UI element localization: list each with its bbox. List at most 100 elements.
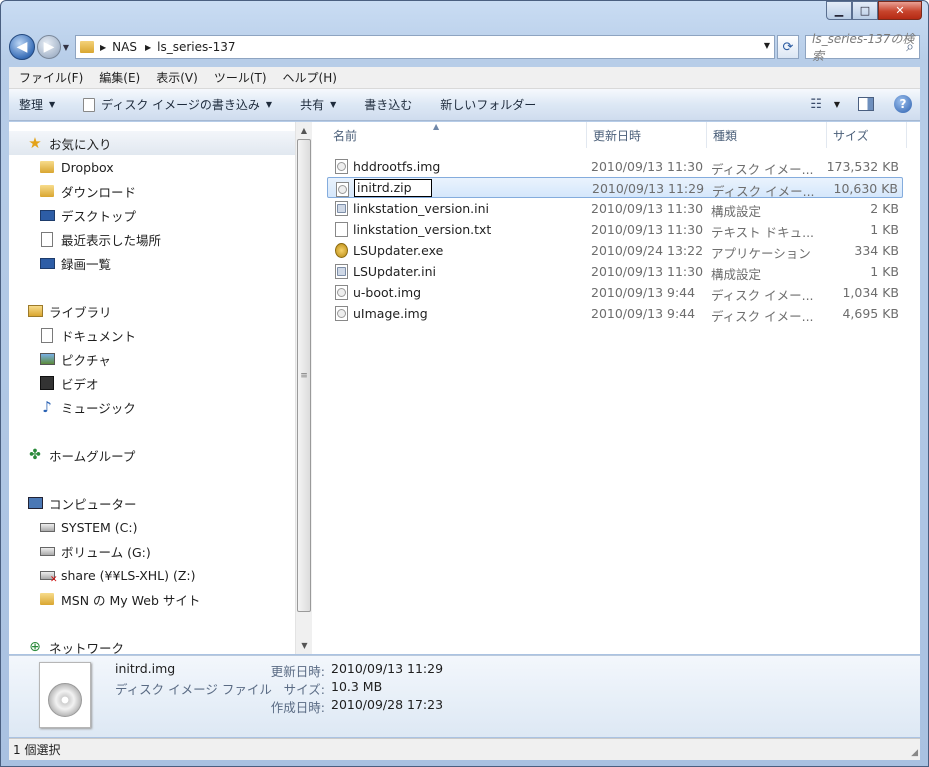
file-row[interactable]: LSUpdater.exe 2010/09/24 13:22 アプリケーション … [327, 240, 903, 261]
navigation-scrollbar[interactable]: ▲ ≡ ▼ [295, 122, 312, 654]
burn-button[interactable]: 書き込む [364, 96, 412, 113]
details-size-label: サイズ: [283, 682, 325, 697]
file-size: 1 KB [870, 264, 899, 279]
preview-pane-icon[interactable] [858, 97, 874, 111]
scroll-thumb[interactable]: ≡ [297, 139, 311, 612]
network-header[interactable]: ⊕ ネットワーク [9, 635, 295, 654]
nav-label: MSN の My Web サイト [61, 592, 201, 608]
nav-item-desktop[interactable]: デスクトップ [9, 203, 295, 227]
nav-item-drive-g[interactable]: ボリューム (G:) [9, 539, 295, 563]
file-row[interactable]: linkstation_version.ini 2010/09/13 11:30… [327, 198, 903, 219]
forward-button[interactable]: ▶ [37, 35, 61, 59]
libraries-header[interactable]: ライブラリ [9, 299, 295, 323]
nav-item-recordings[interactable]: 録画一覧 [9, 251, 295, 275]
nav-item-drive-c[interactable]: SYSTEM (C:) [9, 515, 295, 539]
status-bar: 1 個選択 ◢ [9, 738, 920, 760]
file-size: 1 KB [870, 222, 899, 237]
file-type: 構成設定 [711, 267, 762, 282]
nav-label: ミュージック [61, 400, 136, 416]
file-size: 2 KB [870, 201, 899, 216]
menu-tools[interactable]: ツール(T) [214, 69, 267, 86]
maximize-button[interactable]: □ [852, 1, 878, 20]
column-header-date[interactable]: 更新日時 [587, 122, 707, 148]
search-placeholder: ls_series-137の検索 [812, 32, 915, 63]
folder-icon [39, 591, 55, 607]
disc-image-file-icon [335, 306, 348, 321]
column-header-name[interactable]: 名前 [327, 122, 587, 148]
nav-label: ボリューム (G:) [61, 544, 151, 560]
nav-item-videos[interactable]: ビデオ [9, 371, 295, 395]
file-type: ディスク イメー... [711, 309, 814, 324]
menu-edit[interactable]: 編集(E) [99, 69, 140, 86]
minimize-button[interactable]: ▁ [826, 1, 852, 20]
nav-item-music[interactable]: ♪ ミュージック [9, 395, 295, 419]
column-header-type[interactable]: 種類 [707, 122, 827, 148]
caption-buttons: ▁ □ ✕ [826, 1, 922, 20]
details-modified-value: 2010/09/13 11:29 [331, 661, 444, 676]
new-folder-button[interactable]: 新しいフォルダー [440, 96, 536, 113]
view-dropdown-icon[interactable]: ▼ [834, 100, 840, 109]
file-date: 2010/09/13 11:30 [591, 264, 704, 279]
text-file-icon [335, 222, 348, 237]
nav-item-documents[interactable]: ドキュメント [9, 323, 295, 347]
column-header-size[interactable]: サイズ [827, 122, 907, 148]
nav-item-dropbox[interactable]: Dropbox [9, 155, 295, 179]
favorites-header[interactable]: ★ お気に入り [9, 131, 295, 155]
rename-input[interactable]: initrd.zip [354, 179, 432, 197]
help-icon[interactable]: ? [894, 95, 912, 113]
scroll-down-icon[interactable]: ▼ [296, 637, 313, 654]
menu-file[interactable]: ファイル(F) [19, 69, 83, 86]
nav-item-msn-web[interactable]: MSN の My Web サイト [9, 587, 295, 611]
computer-header[interactable]: コンピューター [9, 491, 295, 515]
picture-icon [39, 351, 55, 367]
file-row-selected[interactable]: initrd.zip 2010/09/13 11:29 ディスク イメー... … [327, 177, 903, 199]
disc-image-large-icon [39, 662, 91, 728]
search-icon[interactable]: ⌕ [906, 39, 914, 55]
menu-help[interactable]: ヘルプ(H) [283, 69, 337, 86]
homegroup-header[interactable]: ✤ ホームグループ [9, 443, 295, 467]
nav-label: ビデオ [61, 376, 99, 392]
view-options-icon[interactable]: ☷ [810, 97, 822, 112]
breadcrumb-nas[interactable]: NAS [112, 40, 137, 54]
monitor-icon [39, 255, 55, 271]
toolbar-right: ☷ ▼ ? [810, 95, 912, 113]
close-button[interactable]: ✕ [878, 1, 922, 20]
address-dropdown-icon[interactable]: ▼ [764, 41, 770, 50]
breadcrumb-separator-icon[interactable]: ▶ [145, 43, 151, 52]
share-button[interactable]: 共有 ▼ [300, 96, 336, 113]
file-size: 1,034 KB [842, 285, 899, 300]
details-size-value: 10.3 MB [331, 679, 383, 694]
search-input[interactable]: ls_series-137の検索 ⌕ [805, 32, 920, 63]
menu-view[interactable]: 表示(V) [156, 69, 198, 86]
nav-item-pictures[interactable]: ピクチャ [9, 347, 295, 371]
breadcrumb-separator-icon[interactable]: ▶ [100, 43, 106, 52]
dropdown-arrow-icon: ▼ [49, 100, 56, 109]
back-button[interactable]: ◀ [9, 34, 35, 60]
organize-button[interactable]: 整理 ▼ [19, 96, 55, 113]
file-size: 4,695 KB [842, 306, 899, 321]
recent-pages-dropdown[interactable]: ▼ [61, 43, 71, 52]
file-row[interactable]: u-boot.img 2010/09/13 9:44 ディスク イメー... 1… [327, 282, 903, 303]
file-row[interactable]: LSUpdater.ini 2010/09/13 11:30 構成設定 1 KB [327, 261, 903, 282]
config-file-icon [335, 201, 348, 216]
file-row[interactable]: uImage.img 2010/09/13 9:44 ディスク イメー... 4… [327, 303, 903, 324]
computer-icon [27, 495, 43, 511]
resize-grip-icon[interactable]: ◢ [911, 748, 918, 758]
disc-image-icon [83, 97, 96, 112]
network-label: ネットワーク [49, 640, 125, 655]
file-row[interactable]: hddrootfs.img 2010/09/13 11:30 ディスク イメー.… [327, 156, 903, 177]
address-bar[interactable]: ▶ NAS ▶ ls_series-137 ▼ [75, 35, 775, 59]
scroll-up-icon[interactable]: ▲ [296, 122, 312, 139]
breadcrumb-current[interactable]: ls_series-137 [157, 40, 235, 54]
file-date: 2010/09/13 11:29 [592, 181, 705, 196]
nav-label: SYSTEM (C:) [61, 519, 138, 535]
nav-item-downloads[interactable]: ダウンロード [9, 179, 295, 203]
nav-label: ダウンロード [61, 184, 137, 200]
title-bar: ▁ □ ✕ [1, 1, 928, 27]
nav-item-drive-z[interactable]: share (¥¥LS-XHL) (Z:) [9, 563, 295, 587]
nav-item-recent-places[interactable]: 最近表示した場所 [9, 227, 295, 251]
content-area: ★ お気に入り Dropbox ダウンロード デスクトップ 最近表示した場所 録画… [9, 122, 920, 654]
burn-disc-image-button[interactable]: ディスク イメージの書き込み ▼ [83, 96, 272, 113]
refresh-button[interactable]: ⟳ [777, 35, 799, 59]
file-row[interactable]: linkstation_version.txt 2010/09/13 11:30… [327, 219, 903, 240]
